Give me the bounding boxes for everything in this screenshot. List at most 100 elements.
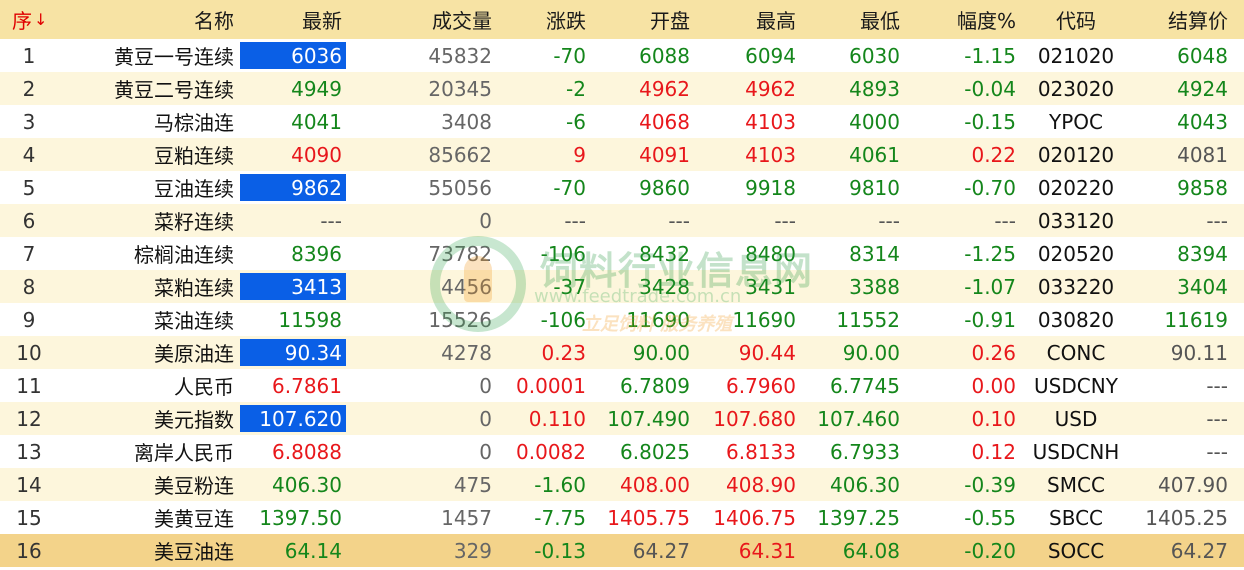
cell-new: 6.7861 [238,369,346,402]
cell-change: 0.23 [541,340,586,365]
cell-low: 4893 [849,76,900,101]
cell-volume: 475 [453,472,492,497]
cell-pct: -0.15 [964,109,1016,134]
cell-code: 020520 [1037,241,1115,266]
cell-pct: -0.55 [964,505,1016,530]
cell-seq: 15 [16,505,42,530]
table-row[interactable]: 9 菜油连续 11598 15526 -106 11690 11690 11552 -0.91 0… [0,303,1244,336]
table-row[interactable]: 3 马棕油连 4041 3408 -6 4068 4103 4000 -0.15 YPOC 4043 [0,105,1244,138]
cell-change: -1.60 [534,472,586,497]
table-row[interactable]: 10 美原油连 90.34 4278 0.23 90.00 90.44 90.00 0.26 CO… [0,336,1244,369]
cell-code: SMCC [1047,472,1105,497]
cell-low: 6030 [849,43,900,68]
cell-open: 4091 [639,142,690,167]
table-row[interactable]: 1 黄豆一号连续 6036 45832 -70 6088 6094 6030 -1.15 0210… [0,39,1244,72]
cell-pct: --- [994,208,1016,233]
cell-new: 406.30 [238,468,346,501]
cell-volume: 0 [479,439,492,464]
table-row[interactable]: 7 棕榈油连续 8396 73782 -106 8432 8480 8314 -1.25 0205… [0,237,1244,270]
column-header-volume[interactable]: 成交量 [346,0,496,39]
cell-seq: 12 [16,406,42,431]
cell-settle: 407.90 [1158,472,1228,497]
cell-settle: 4081 [1177,142,1228,167]
cell-high: 6.7960 [726,373,796,398]
table-row[interactable]: 6 菜籽连续 --- 0 --- --- --- --- --- 033120 --- [0,204,1244,237]
cell-new: 8396 [238,237,346,270]
cell-new: 4090 [238,138,346,171]
latest-price-value: 90.34 [240,339,346,366]
cell-high: 4103 [745,142,796,167]
cell-high: --- [774,208,796,233]
table-row[interactable]: 8 菜粕连续 3413 4456 -37 3428 3431 3388 -1.07 033220 3… [0,270,1244,303]
latest-price-value: 6036 [240,42,346,69]
cell-name: 马棕油连 [154,111,234,135]
cell-settle: 4924 [1177,76,1228,101]
table-row[interactable]: 2 黄豆二号连续 4949 20345 -2 4962 4962 4893 -0.04 02302… [0,72,1244,105]
cell-seq: 9 [22,307,36,332]
column-header-open[interactable]: 开盘 [590,0,694,39]
cell-name: 离岸人民币 [134,441,234,465]
table-row[interactable]: 4 豆粕连续 4090 85662 9 4091 4103 4061 0.22 020120 408… [0,138,1244,171]
cell-new: 3413 [238,270,346,303]
cell-open: 8432 [639,241,690,266]
column-header-new[interactable]: 最新 [238,0,346,39]
cell-settle: 9858 [1177,175,1228,200]
cell-low: 107.460 [817,406,900,431]
column-header-code[interactable]: 代码 [1020,0,1132,39]
column-header-high[interactable]: 最高 [694,0,800,39]
cell-volume: 0 [479,373,492,398]
cell-settle: 90.11 [1170,340,1228,365]
table-row[interactable]: 15 美黄豆连 1397.50 1457 -7.75 1405.75 1406.75 1397… [0,501,1244,534]
column-header-settle[interactable]: 结算价 [1132,0,1232,39]
cell-settle: 6048 [1177,43,1228,68]
latest-price-value: 4090 [291,142,342,167]
cell-settle: 3404 [1177,274,1228,299]
cell-seq: 5 [22,175,36,200]
table-row[interactable]: 13 离岸人民币 6.8088 0 0.0082 6.8025 6.8133 6.7933 0.… [0,435,1244,468]
cell-high: 6.8133 [726,439,796,464]
cell-name: 美原油连 [154,342,234,366]
latest-price-value: --- [320,208,342,233]
cell-volume: 3408 [441,109,492,134]
cell-new: 64.14 [238,534,346,567]
cell-seq: 10 [16,340,42,365]
column-header-change[interactable]: 涨跌 [496,0,590,39]
cell-low: 11552 [836,307,900,332]
cell-low: 9810 [849,175,900,200]
cell-code: 030820 [1037,307,1115,332]
column-header-name[interactable]: 名称 [62,0,238,39]
latest-price-value: 6.7861 [272,373,342,398]
table-row[interactable]: 14 美豆粉连 406.30 475 -1.60 408.00 408.90 406.30 -0… [0,468,1244,501]
cell-low: 3388 [849,274,900,299]
cell-settle: 8394 [1177,241,1228,266]
column-header-pct[interactable]: 幅度% [904,0,1020,39]
cell-change: 0.0082 [516,439,586,464]
cell-pct: -1.07 [964,274,1016,299]
latest-price-value: 6.8088 [272,439,342,464]
cell-name: 棕榈油连续 [134,243,234,267]
cell-new: 6036 [238,39,346,72]
cell-high: 3431 [745,274,796,299]
cell-low: 6.7933 [830,439,900,464]
table-row[interactable]: 11 人民币 6.7861 0 0.0001 6.7809 6.7960 6.7745 0.00… [0,369,1244,402]
cell-settle: --- [1206,406,1228,431]
cell-volume: 0 [479,406,492,431]
cell-high: 6094 [745,43,796,68]
cell-name: 人民币 [174,375,234,399]
column-header-seq[interactable]: 序 ↓ [0,0,58,39]
cell-code: SBCC [1049,505,1103,530]
table-row[interactable]: 5 豆油连续 9862 55056 -70 9860 9918 9810 -0.70 020220… [0,171,1244,204]
cell-settle: --- [1206,373,1228,398]
column-header-low[interactable]: 最低 [800,0,904,39]
cell-high: 1406.75 [713,505,796,530]
table-row[interactable]: 16 美豆油连 64.14 329 -0.13 64.27 64.31 64.08 -0.20 S… [0,534,1244,567]
cell-name: 豆粕连续 [154,144,234,168]
cell-volume: 4278 [441,340,492,365]
cell-volume: 73782 [428,241,492,266]
table-row[interactable]: 12 美元指数 107.620 0 0.110 107.490 107.680 107.460… [0,402,1244,435]
cell-low: 64.08 [842,538,900,563]
cell-pct: 0.12 [971,439,1016,464]
cell-open: 4962 [639,76,690,101]
cell-new: 107.620 [238,402,346,435]
sort-down-arrow-icon: ↓ [34,10,48,29]
